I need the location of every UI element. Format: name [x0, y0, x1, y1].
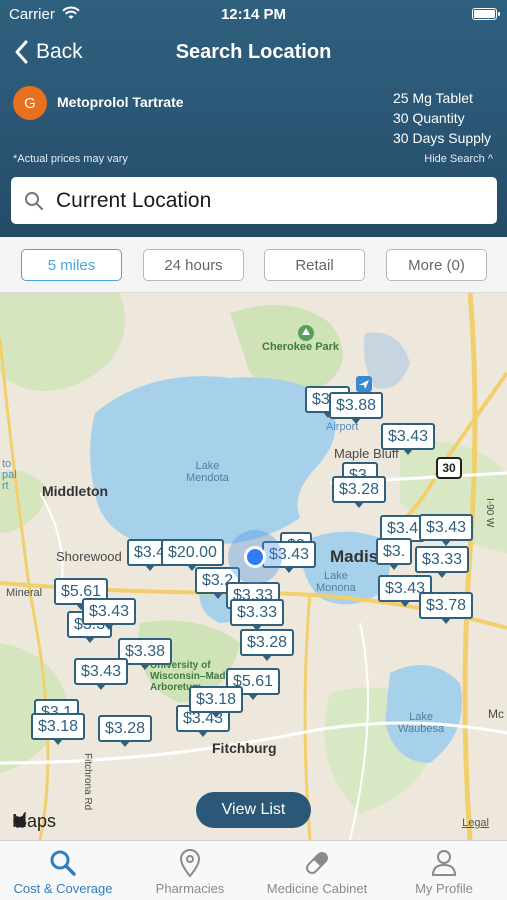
tab-label: Medicine Cabinet — [266, 881, 368, 896]
filter-more[interactable]: More (0) — [386, 249, 487, 281]
filter-pharmacy-type[interactable]: Retail — [264, 249, 365, 281]
view-list-button[interactable]: View List — [196, 792, 311, 828]
airport-icon — [356, 376, 372, 392]
maps-attribution: Maps — [12, 811, 56, 832]
price-pin[interactable]: $3.18 — [31, 713, 86, 745]
price-pin[interactable]: $3.33 — [415, 546, 470, 578]
map-label-lake-waubesa: Lake Waubesa — [398, 711, 445, 735]
drug-details: 25 Mg Tablet 30 Quantity 30 Days Supply — [393, 88, 493, 148]
header: Carrier 12:14 PM Back Search Location G … — [0, 0, 507, 237]
filter-distance[interactable]: 5 miles — [21, 249, 122, 281]
map-label-fitchrona: Fitchrona Rd — [82, 753, 93, 811]
drug-avatar: G — [13, 86, 47, 120]
map-label-cherokee: Cherokee Park — [262, 341, 340, 353]
price-pin[interactable]: $3.33 — [230, 599, 285, 631]
tab-bar: Cost & Coverage Pharmacies Medicine Cabi… — [0, 840, 507, 900]
price-pin[interactable]: $3.43 — [419, 514, 474, 546]
price-pin[interactable]: $3. — [376, 538, 413, 570]
drug-name: Metoprolol Tartrate — [57, 94, 184, 110]
price-pin[interactable]: $3.28 — [332, 476, 387, 508]
filter-hours[interactable]: 24 hours — [143, 249, 244, 281]
map-label-i90: I-90 W — [484, 498, 495, 528]
location-pin-icon — [179, 849, 201, 878]
price-pin[interactable]: $3.18 — [189, 686, 244, 718]
map-view[interactable]: Cherokee Park Middleton Shorewood Minera… — [0, 293, 507, 840]
price-pin[interactable]: $3.28 — [98, 715, 153, 747]
price-disclaimer: *Actual prices may vary — [13, 153, 128, 165]
filter-bar: 5 miles 24 hours Retail More (0) — [0, 237, 507, 293]
map-label-to-pal: to pal rt — [2, 458, 17, 492]
status-bar: Carrier 12:14 PM — [0, 0, 507, 28]
map-label-middleton: Middleton — [42, 483, 109, 499]
tab-my-profile[interactable]: My Profile — [381, 845, 507, 899]
map-label-fitchburg: Fitchburg — [212, 740, 277, 756]
price-pin[interactable]: $3.43 — [74, 658, 129, 690]
pill-icon — [306, 852, 328, 874]
drug-quantity: 30 Quantity — [393, 110, 465, 126]
park-icon — [298, 325, 314, 341]
tab-label: My Profile — [415, 881, 473, 896]
search-icon — [50, 850, 76, 876]
person-icon — [431, 850, 457, 876]
drug-dose: 25 Mg Tablet — [393, 90, 473, 106]
tab-cost-coverage[interactable]: Cost & Coverage — [0, 845, 126, 899]
tab-medicine-cabinet[interactable]: Medicine Cabinet — [254, 845, 380, 899]
map-label-shorewood: Shorewood — [56, 549, 122, 564]
nav-bar: Back Search Location — [0, 34, 507, 74]
clock: 12:14 PM — [220, 6, 287, 23]
location-search-field[interactable]: Current Location — [11, 177, 497, 224]
price-pin[interactable]: $3.78 — [419, 592, 474, 624]
highway-30-shield: 30 — [436, 457, 462, 479]
price-pin[interactable]: $3.43 — [82, 598, 137, 630]
search-icon — [25, 191, 43, 210]
tab-pharmacies[interactable]: Pharmacies — [127, 845, 253, 899]
apple-logo-icon — [13, 812, 27, 828]
drug-supply: 30 Days Supply — [393, 130, 492, 146]
battery-icon — [472, 8, 500, 20]
map-label-mineral: Mineral — [6, 587, 43, 599]
current-location-dot — [244, 546, 266, 568]
page-title: Search Location — [175, 41, 332, 63]
tab-label: Pharmacies — [155, 881, 225, 896]
hide-search-link[interactable]: Hide Search ^ — [424, 153, 493, 165]
price-pin[interactable]: $3.88 — [329, 392, 384, 424]
legal-link[interactable]: Legal — [462, 817, 489, 829]
price-pin[interactable]: $20.00 — [161, 539, 224, 571]
map-label-lake-monona: Lake Monona — [316, 570, 356, 594]
map-label-mc: Mc — [488, 707, 504, 721]
price-pin[interactable]: $3.28 — [240, 629, 295, 661]
price-pin[interactable]: $3.43 — [381, 423, 436, 455]
map-label-lake-mendota: Lake Mendota — [186, 460, 229, 484]
tab-label: Cost & Coverage — [13, 881, 113, 896]
location-search-value: Current Location — [56, 188, 212, 212]
